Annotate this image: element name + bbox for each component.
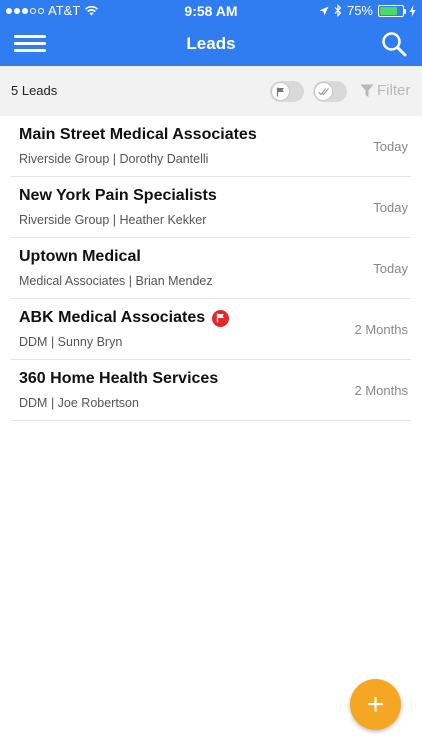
lead-row[interactable]: ABK Medical Associates DDM | Sunny Bryn … <box>11 299 411 360</box>
page-title: Leads <box>186 34 236 53</box>
flag-toggle[interactable] <box>270 81 304 102</box>
done-toggle[interactable] <box>313 81 347 102</box>
lead-date: Today <box>373 261 408 276</box>
lead-date: 2 Months <box>354 322 408 337</box>
lead-name: Uptown Medical <box>19 248 141 265</box>
lead-row[interactable]: Main Street Medical Associates Riverside… <box>11 116 411 177</box>
status-right: 75% <box>319 3 416 18</box>
lead-name-line: New York Pain Specialists <box>19 187 217 205</box>
battery-icon <box>378 4 406 17</box>
lead-name-line: Main Street Medical Associates <box>19 126 257 144</box>
double-check-icon <box>314 82 333 101</box>
flag-icon <box>271 82 290 101</box>
lead-name: Main Street Medical Associates <box>19 126 257 143</box>
lead-list: Main Street Medical Associates Riverside… <box>0 116 422 421</box>
filter-toolbar: 5 Leads Filter <box>0 66 422 116</box>
lead-row[interactable]: New York Pain Specialists Riverside Grou… <box>11 177 411 238</box>
lead-subtitle: Medical Associates | Brian Mendez <box>19 274 213 288</box>
plus-icon: + <box>366 687 385 721</box>
lead-date: 2 Months <box>354 383 408 398</box>
bluetooth-icon <box>334 4 342 17</box>
location-icon <box>319 6 329 15</box>
lead-count: 5 Leads <box>11 83 58 98</box>
lead-subtitle: Riverside Group | Dorothy Dantelli <box>19 152 209 166</box>
flag-icon <box>212 309 230 327</box>
add-lead-button[interactable]: + <box>350 679 401 730</box>
lead-row[interactable]: 360 Home Health Services DDM | Joe Rober… <box>11 360 411 421</box>
battery-percent: 75% <box>346 3 373 18</box>
lead-name-line: Uptown Medical <box>19 248 141 266</box>
lead-name-line: ABK Medical Associates <box>19 309 230 327</box>
nav-bar: Leads <box>0 22 422 66</box>
lead-subtitle: DDM | Joe Robertson <box>19 396 139 410</box>
charging-icon <box>409 4 416 17</box>
lead-date: Today <box>373 139 408 154</box>
filter-button[interactable]: Filter <box>360 82 410 99</box>
lead-row[interactable]: Uptown Medical Medical Associates | Bria… <box>11 238 411 299</box>
lead-name: 360 Home Health Services <box>19 370 219 387</box>
search-icon[interactable] <box>380 30 408 58</box>
lead-name: New York Pain Specialists <box>19 187 217 204</box>
battery-level <box>380 6 397 15</box>
filter-label: Filter <box>377 82 411 99</box>
lead-date: Today <box>373 200 408 215</box>
lead-name-line: 360 Home Health Services <box>19 370 218 388</box>
status-bar: AT&T 9:58 AM 75% <box>0 0 422 22</box>
lead-name: ABK Medical Associates <box>19 309 206 326</box>
funnel-icon <box>360 84 374 97</box>
lead-subtitle: Riverside Group | Heather Kekker <box>19 213 207 227</box>
lead-subtitle: DDM | Sunny Bryn <box>19 335 123 349</box>
